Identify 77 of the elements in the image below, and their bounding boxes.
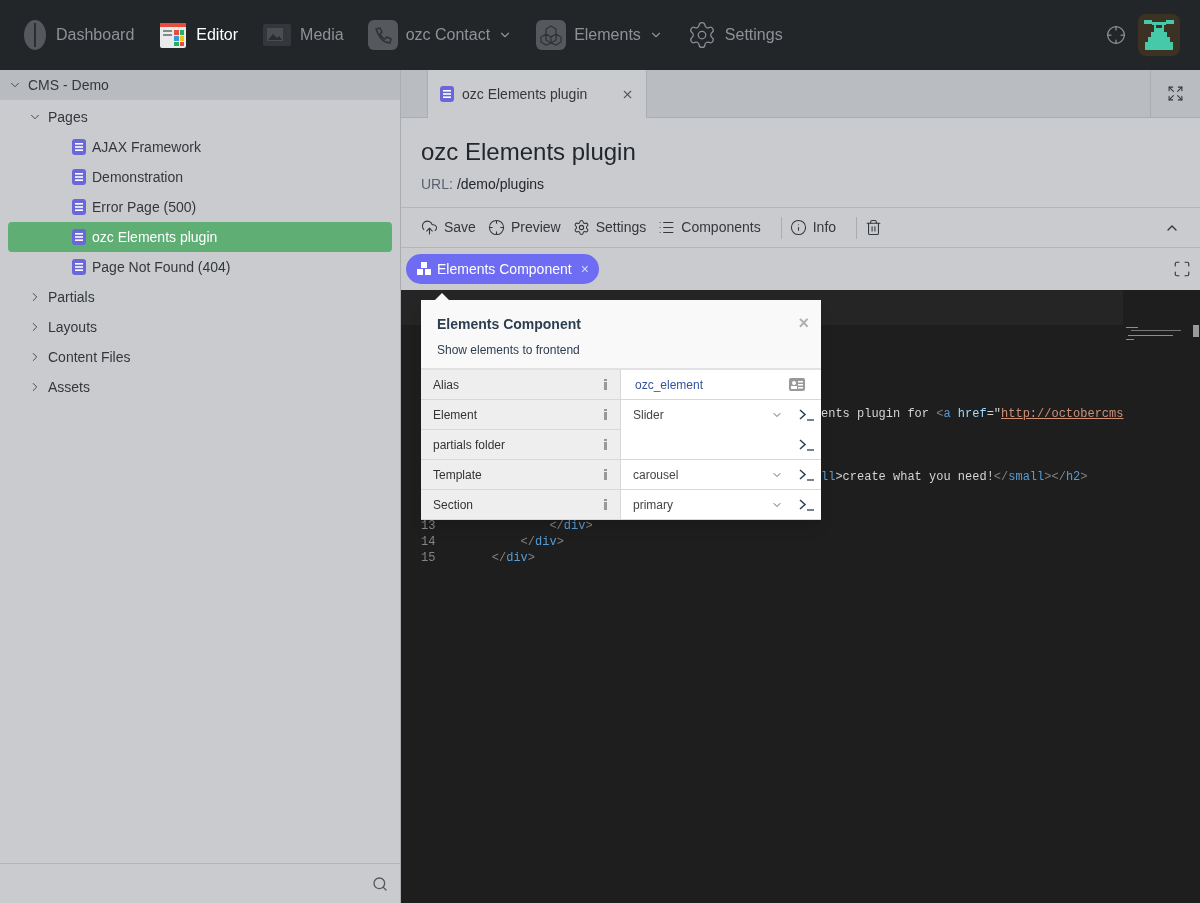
property-label: partials folder	[433, 436, 506, 454]
page-icon	[72, 139, 86, 155]
property-label: Element	[433, 406, 478, 424]
popover-subtitle: Show elements to frontend	[437, 342, 580, 359]
url-value: /demo/plugins	[456, 175, 545, 194]
crosshair-icon	[487, 219, 505, 236]
expand-icon[interactable]	[1167, 85, 1184, 102]
delete-button[interactable]	[865, 219, 883, 236]
phone-icon	[367, 20, 398, 50]
cubes-icon	[416, 262, 432, 276]
avatar-icon[interactable]	[1138, 14, 1180, 56]
locate-icon[interactable]	[1106, 25, 1126, 45]
property-label: Alias	[433, 376, 459, 394]
page-title: ozc Elements plugin	[421, 137, 637, 167]
toolbar-button[interactable]: Components	[658, 217, 761, 238]
scrollbar-thumb[interactable]	[1193, 325, 1200, 337]
editor-tab[interactable]: ozc Elements plugin	[427, 70, 647, 118]
page-icon	[72, 229, 86, 245]
image-icon	[262, 21, 293, 49]
property-label: Section	[433, 496, 474, 514]
popover-title: Elements Component	[437, 315, 581, 334]
page-icon	[440, 86, 454, 102]
delete-icon	[865, 219, 883, 236]
property-dropdown[interactable]: carousel	[633, 465, 799, 484]
page-icon	[72, 169, 86, 185]
leaf-icon	[22, 19, 48, 51]
nav-item[interactable]: Media	[262, 21, 344, 49]
terminal-icon[interactable]	[799, 468, 815, 481]
tree-item[interactable]: AJAX Framework	[8, 132, 392, 162]
nav-item[interactable]: ozc Contact	[367, 20, 513, 50]
tree-folder[interactable]: CMS - Demo	[0, 70, 400, 100]
property-dropdown[interactable]: primary	[633, 495, 799, 514]
tree-item[interactable]: Demonstration	[8, 162, 392, 192]
toolbar-button[interactable]: Info	[789, 217, 837, 238]
line-number: 14	[420, 534, 437, 549]
code-editor[interactable]	[401, 290, 1200, 903]
page-icon	[72, 199, 86, 215]
document-icon	[158, 20, 189, 50]
nav-item[interactable]: Editor	[158, 20, 239, 50]
page-icon	[72, 259, 86, 275]
terminal-icon[interactable]	[799, 409, 815, 421]
popover-arrow	[435, 293, 449, 300]
toolbar-button[interactable]: Preview	[487, 217, 561, 238]
info-icon	[789, 219, 807, 236]
url-label: URL:	[421, 175, 453, 194]
terminal-icon[interactable]	[799, 438, 815, 451]
tree-folder[interactable]: Pages	[0, 102, 400, 132]
list-icon	[658, 219, 676, 236]
tree-folder[interactable]: Content Files	[0, 342, 400, 372]
toolbar-button[interactable]: Save	[421, 217, 476, 238]
line-number: 13	[420, 518, 437, 533]
nav-item[interactable]: Dashboard	[22, 19, 135, 51]
search-icon	[372, 875, 388, 892]
nav-item[interactable]: Settings	[686, 20, 783, 50]
code-line: ents plugin for <a href="http://octobercms	[821, 407, 1124, 421]
tree-folder[interactable]: Layouts	[0, 312, 400, 342]
tree-folder[interactable]: Assets	[0, 372, 400, 402]
tree-folder[interactable]: Partials	[0, 282, 400, 312]
fullscreen-icon[interactable]	[1173, 260, 1191, 278]
line-number: 15	[420, 550, 437, 565]
property-dropdown[interactable]: Slider	[633, 406, 799, 424]
code-line: </div>	[519, 535, 564, 549]
code-line: ll>create what you need!</small></h2>	[821, 470, 1088, 484]
code-line: </div>	[490, 551, 536, 565]
alias-field[interactable]: ozc_element	[633, 375, 704, 394]
tree-item[interactable]: Page Not Found (404)	[8, 252, 392, 282]
tree-item[interactable]: Error Page (500)	[8, 192, 392, 222]
property-label: Template	[433, 466, 482, 484]
cubes-icon	[536, 20, 567, 50]
nav-item[interactable]: Elements	[536, 20, 663, 50]
code-line: </div>	[548, 519, 593, 533]
terminal-icon[interactable]	[799, 498, 815, 511]
toolbar-button[interactable]: Settings	[572, 217, 647, 238]
component-chip[interactable]: Elements Component ×	[406, 254, 599, 284]
settings-icon	[572, 219, 590, 236]
id-card-icon[interactable]	[789, 378, 805, 391]
upload-icon	[421, 219, 438, 236]
